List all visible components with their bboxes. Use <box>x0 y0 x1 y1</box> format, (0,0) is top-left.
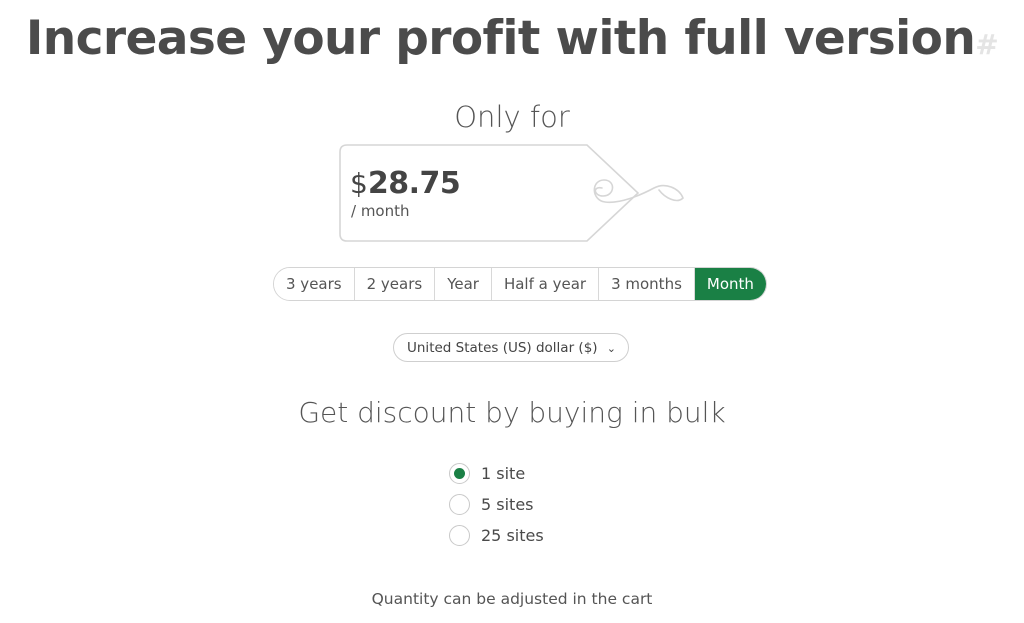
period-3-years[interactable]: 3 years <box>274 268 355 300</box>
period-month[interactable]: Month <box>694 268 766 300</box>
billing-period-selector: 3 years 2 years Year Half a year 3 month… <box>273 267 767 301</box>
currency-symbol: $ <box>350 167 368 200</box>
quantity-note: Quantity can be adjusted in the cart <box>371 590 653 608</box>
radio-25-sites[interactable] <box>449 525 470 546</box>
currency-select[interactable]: United States (US) dollar ($) ⌄ <box>393 333 629 362</box>
price-period: / month <box>351 202 410 220</box>
option-label: 25 sites <box>481 526 544 545</box>
page-title-text: Increase your profit with full version <box>25 11 976 66</box>
period-3-months[interactable]: 3 months <box>599 268 695 300</box>
currency-select-value: United States (US) dollar ($) <box>407 340 598 356</box>
bulk-discount-title: Get discount by buying in bulk <box>298 396 726 429</box>
option-label: 1 site <box>481 464 526 483</box>
option-25-sites[interactable]: 25 sites <box>449 520 544 551</box>
anchor-link-icon[interactable]: # <box>975 28 998 61</box>
option-label: 5 sites <box>481 495 534 514</box>
only-for-label: Only for <box>454 100 570 134</box>
radio-5-sites[interactable] <box>449 494 470 515</box>
site-count-options: 1 site 5 sites 25 sites <box>449 458 544 551</box>
price-value: $28.75 <box>350 166 461 201</box>
option-5-sites[interactable]: 5 sites <box>449 489 544 520</box>
option-1-site[interactable]: 1 site <box>449 458 544 489</box>
radio-1-site[interactable] <box>449 463 470 484</box>
price-amount: 28.75 <box>367 166 461 201</box>
period-2-years[interactable]: 2 years <box>354 268 436 300</box>
period-half-year[interactable]: Half a year <box>491 268 600 300</box>
page-title: Increase your profit with full version# <box>0 8 1024 76</box>
period-year[interactable]: Year <box>435 268 492 300</box>
chevron-down-icon: ⌄ <box>606 342 616 355</box>
